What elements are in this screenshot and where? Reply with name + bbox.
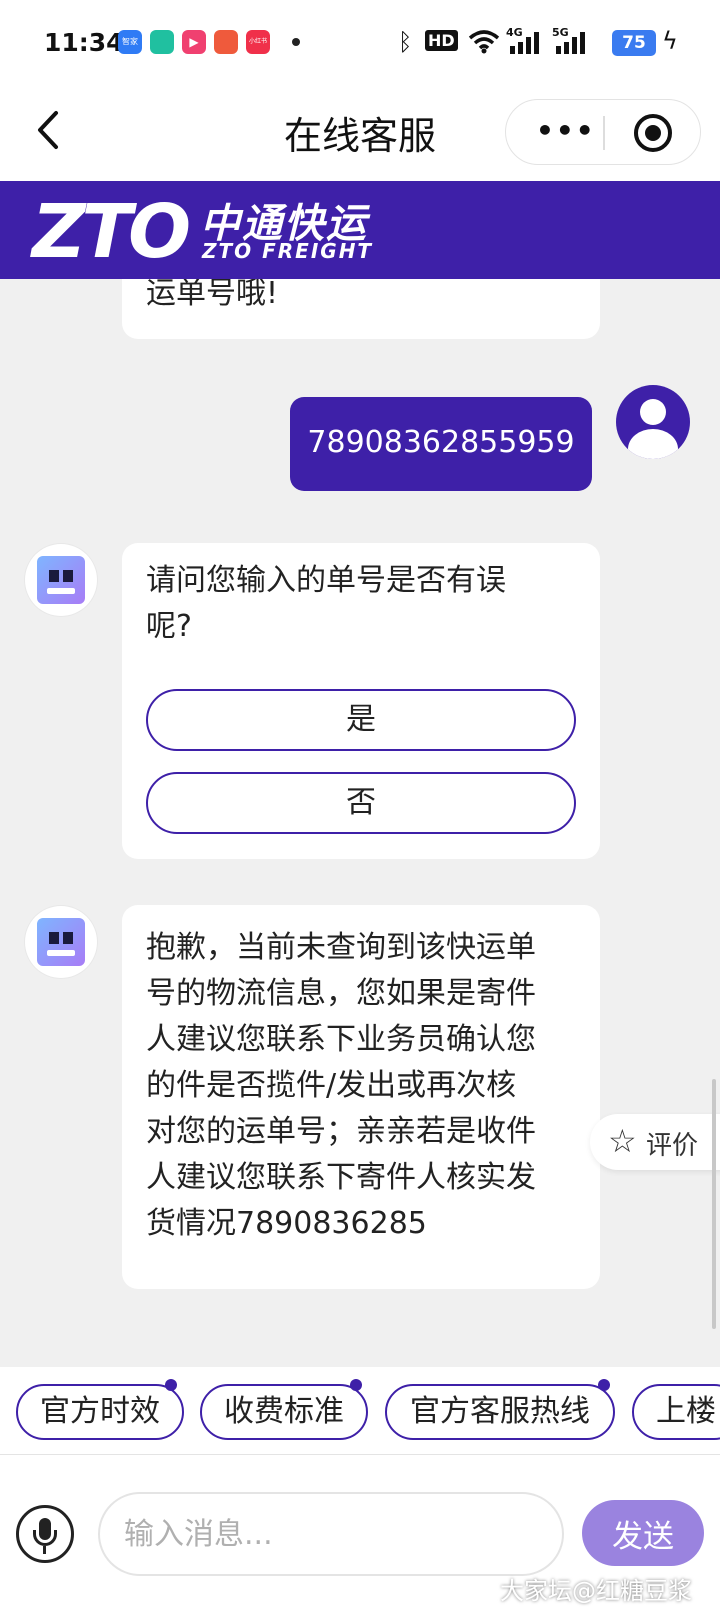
chip-label: 上楼 [656, 1394, 716, 1429]
title-bar: 在线客服 ••• [0, 85, 720, 181]
chip-label: 官方客服热线 [410, 1394, 590, 1429]
chat-scrollbar[interactable] [712, 1079, 716, 1329]
status-bar: 11:34 智家 ▶ 小红书 ᛒ HD 4G 5G 75 ϟ [0, 0, 720, 85]
robot-eye [63, 570, 73, 582]
user-head-icon [640, 399, 666, 425]
battery-level: 75 [612, 30, 656, 56]
bot-reply-line: 货情况7890836285 [146, 1206, 427, 1241]
chip-official-hotline[interactable]: 官方客服热线 [385, 1384, 615, 1440]
chip-new-dot [165, 1379, 177, 1391]
mic-stem [43, 1546, 46, 1554]
bot-question-line: 呢? [146, 609, 192, 644]
more-notifications-dot [292, 38, 300, 46]
bot-question-bubble: 请问您输入的单号是否有误 呢? 是 否 [122, 543, 600, 859]
signal-4g-icon [510, 32, 539, 54]
mic-arc [33, 1530, 57, 1546]
miniapp-capsule: ••• [505, 99, 701, 165]
user-body-icon [628, 429, 678, 459]
robot-icon [37, 556, 85, 604]
option-yes-button[interactable]: 是 [146, 689, 576, 751]
brand-banner: ZTO 中通快运 ZTO FREIGHT [0, 181, 720, 279]
bot-reply-line: 抱歉，当前未查询到该快运单 [146, 930, 536, 965]
robot-mouth [47, 588, 75, 594]
charging-icon: ϟ [662, 27, 678, 55]
bluetooth-icon: ᛒ [398, 28, 413, 56]
robot-eye [49, 932, 59, 944]
bot-question-line: 请问您输入的单号是否有误 [146, 563, 506, 598]
input-bar: 发送 大家坛@红糖豆浆 [0, 1456, 720, 1610]
rate-button[interactable]: ☆ 评价 [590, 1114, 720, 1170]
user-message-text: 78908362855959 [307, 425, 575, 460]
chip-label: 收费标准 [224, 1394, 344, 1429]
hd-badge: HD [425, 30, 458, 51]
rate-label: 评价 [646, 1131, 699, 1161]
capsule-divider [603, 116, 605, 150]
quick-reply-bar: 官方时效 收费标准 官方客服热线 上楼 [0, 1367, 720, 1455]
more-options-icon[interactable]: ••• [536, 114, 596, 147]
chip-new-dot [350, 1379, 362, 1391]
bot-reply-line: 人建议您联系下寄件人核实发 [146, 1160, 536, 1195]
user-message-bubble: 78908362855959 [290, 397, 592, 491]
chip-label: 官方时效 [40, 1394, 160, 1429]
chip-new-dot [598, 1379, 610, 1391]
chat-area[interactable]: 运单号哦! 78908362855959 请问您输入的单号是否有误 呢? 是 否… [0, 279, 720, 1367]
wifi-icon [468, 30, 500, 54]
message-input[interactable] [98, 1492, 564, 1576]
chip-fee-standard[interactable]: 收费标准 [200, 1384, 368, 1440]
robot-mouth [47, 950, 75, 956]
option-no-button[interactable]: 否 [146, 772, 576, 834]
mijia-icon [150, 30, 174, 54]
robot-eye [49, 570, 59, 582]
watermark: 大家坛@红糖豆浆 [500, 1577, 692, 1605]
bot-avatar [25, 544, 97, 616]
star-icon: ☆ [608, 1122, 637, 1160]
bot-message-text: 运单号哦! [146, 279, 279, 311]
bot-reply-line: 号的物流信息，您如果是寄件 [146, 976, 536, 1011]
bot-message-bubble: 运单号哦! [122, 279, 600, 339]
bot-reply-line: 对您的运单号；亲亲若是收件 [146, 1114, 536, 1149]
robot-eye [63, 932, 73, 944]
shopping-icon [214, 30, 238, 54]
microphone-icon[interactable] [16, 1505, 74, 1563]
video-icon: ▶ [182, 30, 206, 54]
close-miniapp-icon[interactable] [634, 114, 672, 152]
user-avatar [616, 385, 690, 459]
bot-reply-line: 人建议您联系下业务员确认您 [146, 1022, 536, 1057]
zto-logo: ZTO [32, 189, 191, 275]
xiaohongshu-icon: 小红书 [246, 30, 270, 54]
robot-icon [37, 918, 85, 966]
status-time: 11:34 [44, 28, 124, 57]
signal-5g-icon [556, 32, 585, 54]
bot-reply-bubble: 抱歉，当前未查询到该快运单 号的物流信息，您如果是寄件 人建议您联系下业务员确认… [122, 905, 600, 1289]
chip-official-timeliness[interactable]: 官方时效 [16, 1384, 184, 1440]
brand-en-name: ZTO FREIGHT [202, 239, 374, 263]
bot-avatar [25, 906, 97, 978]
chip-upstairs[interactable]: 上楼 [632, 1384, 720, 1440]
zhijia-icon: 智家 [118, 30, 142, 54]
send-button[interactable]: 发送 [582, 1500, 704, 1566]
bot-reply-line: 的件是否揽件/发出或再次核 [146, 1068, 517, 1103]
